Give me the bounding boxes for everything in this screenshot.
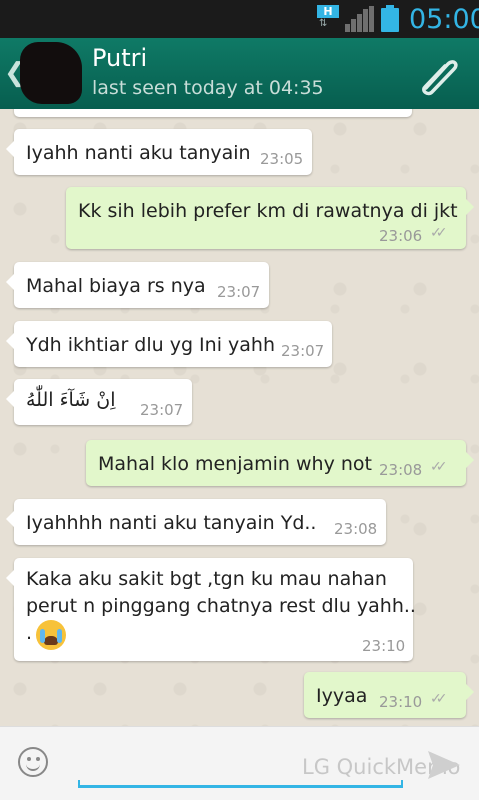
message-text: اِنْ شَآءَ اللّٰهُ [26,389,116,411]
message-text: Mahal biaya rs nya [26,275,206,297]
last-seen-status: last seen today at 04:35 [92,77,324,99]
message-time: 23:05 [260,150,304,168]
message-input-field[interactable] [78,780,403,788]
delivered-double-check-icon: ✓✓ [430,691,448,707]
message-time: 23:06 [379,227,423,245]
status-bar: H ⇅ 05:00 [0,0,479,38]
message-bubble-outgoing[interactable]: Kk sih lebih prefer km di rawatnya di jk… [66,187,474,249]
message-bubble-partial[interactable] [14,109,412,117]
message-time: 23:10 [379,693,423,711]
message-time: 23:10 [362,637,406,655]
chat-thread[interactable]: Iyahh nanti aku tanyain 23:05 Kk sih leb… [0,109,479,726]
message-bubble-outgoing[interactable]: Mahal klo menjamin why not 23:08 ✓✓ [86,440,474,486]
contact-name[interactable]: Putri [92,44,147,72]
message-bubble-incoming[interactable]: Iyahhhh nanti aku tanyain Yd.. 23:08 [6,499,386,545]
network-badge: H [317,5,339,18]
message-bubble-incoming[interactable]: Iyahh nanti aku tanyain 23:05 [6,129,312,175]
message-text: Iyahh nanti aku tanyain [26,142,251,164]
delivered-double-check-icon: ✓✓ [430,459,448,475]
message-time: 23:07 [217,283,261,301]
paperclip-icon[interactable] [412,50,464,98]
message-bubble-incoming[interactable]: Kaka aku sakit bgt ,tgn ku mau nahan per… [6,558,416,661]
message-time: 23:08 [334,520,378,538]
message-bubble-incoming[interactable]: Mahal biaya rs nya 23:07 [6,262,269,308]
message-text: Iyahhhh nanti aku tanyain Yd.. [26,512,317,534]
chat-header[interactable]: ❮ Putri last seen today at 04:35 [0,38,479,109]
send-icon[interactable] [426,749,462,781]
battery-icon [381,5,399,32]
message-time: 23:07 [140,401,184,419]
message-text: Kaka aku sakit bgt ,tgn ku mau nahan per… [26,568,416,644]
message-bubble-incoming[interactable]: اِنْ شَآءَ اللّٰهُ 23:07 [6,379,192,425]
message-bubble-outgoing[interactable]: Iyyaa 23:10 ✓✓ [304,672,474,718]
message-text: Iyyaa [316,685,368,707]
emoji-smiley-icon[interactable] [18,747,48,777]
message-time: 23:08 [379,461,423,479]
network-hspa-icon: H ⇅ [317,5,339,31]
message-text: Kk sih lebih prefer km di rawatnya di jk… [78,200,458,222]
contact-avatar[interactable] [20,42,82,104]
crying-face-icon [36,620,66,650]
message-bubble-incoming[interactable]: Ydh ikhtiar dlu yg Ini yahh 23:07 [6,321,332,367]
delivered-double-check-icon: ✓✓ [430,225,448,241]
message-text: Ydh ikhtiar dlu yg Ini yahh [26,334,275,356]
status-time: 05:00 [409,4,479,35]
message-time: 23:07 [281,342,325,360]
message-input-bar: LG QuickMemo [0,726,479,800]
message-text: Mahal klo menjamin why not [98,453,372,475]
signal-strength-icon [345,6,375,32]
